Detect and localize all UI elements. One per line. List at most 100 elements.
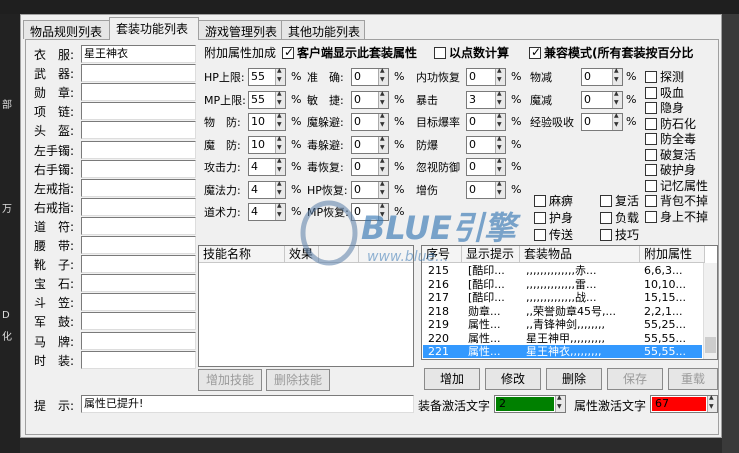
hint-field[interactable]: 属性已提升! [81, 395, 414, 413]
attribute-spinbox[interactable]: 0 [351, 67, 389, 86]
suit-cell-id[interactable]: 221 [428, 345, 460, 358]
suit-cell-tip[interactable]: 属性... [468, 332, 520, 345]
attribute-spinbox[interactable]: 0 [581, 67, 623, 86]
suit-list-scrollbar[interactable] [703, 263, 717, 359]
suit-cell-attr[interactable]: 2,2,1... [644, 305, 702, 318]
spin-arrows-icon[interactable] [612, 112, 622, 130]
misc-checkbox[interactable]: 复活 [600, 192, 639, 209]
equipment-field[interactable] [81, 255, 196, 274]
attribute-spinbox[interactable]: 4 [248, 202, 286, 221]
misc-checkbox[interactable]: 传送 [534, 226, 573, 243]
equip-activate-picker[interactable]: 2 [494, 394, 566, 413]
suit-cell-id[interactable]: 220 [428, 332, 460, 345]
equipment-field[interactable] [81, 178, 196, 197]
attribute-spinbox[interactable]: 55 [248, 67, 286, 86]
suit-cell-tip[interactable]: [酷印... [468, 264, 520, 277]
attribute-spinbox[interactable]: 3 [466, 90, 506, 109]
equipment-field[interactable] [81, 102, 196, 121]
suit-cell-id[interactable]: 218 [428, 305, 460, 318]
equipment-field[interactable] [81, 140, 196, 159]
add-suit-button[interactable]: 增加 [424, 368, 480, 390]
misc-checkbox[interactable]: 麻痹 [534, 192, 573, 209]
suit-cell-items[interactable]: 星王神衣,,,,,,,,, [526, 345, 640, 358]
attribute-spinbox[interactable]: 0 [466, 135, 506, 154]
skill-list[interactable]: 技能名称 效果 [198, 245, 414, 367]
spin-arrows-icon[interactable] [378, 112, 388, 130]
attr-activate-picker[interactable]: 67 [650, 394, 718, 413]
suit-cell-id[interactable]: 215 [428, 264, 460, 277]
spin-arrows-icon[interactable] [378, 157, 388, 175]
flag-checkbox[interactable]: 防全毒 [645, 130, 696, 147]
spin-arrows-icon[interactable] [378, 135, 388, 153]
flag-checkbox[interactable]: 隐身 [645, 99, 684, 116]
spin-arrows-icon[interactable] [495, 157, 505, 175]
equipment-field[interactable] [81, 274, 196, 293]
compat-mode-checkbox[interactable]: 兼容模式(所有套装按百分比 [529, 44, 694, 61]
misc-checkbox[interactable]: 护身 [534, 209, 573, 226]
attribute-spinbox[interactable]: 55 [248, 90, 286, 109]
spin-arrows-icon[interactable] [275, 157, 285, 175]
tab-other-functions[interactable]: 其他功能列表 [281, 20, 365, 39]
attribute-spinbox[interactable]: 0 [351, 157, 389, 176]
attribute-spinbox[interactable]: 4 [248, 180, 286, 199]
suit-cell-items[interactable]: ,,青锋神剑,,,,,,,, [526, 318, 640, 331]
attribute-spinbox[interactable]: 0 [466, 67, 506, 86]
point-calc-checkbox[interactable]: 以点数计算 [434, 44, 509, 61]
flag-checkbox[interactable]: 吸血 [645, 84, 684, 101]
spin-arrows-icon[interactable] [378, 67, 388, 85]
flag-checkbox[interactable]: 探测 [645, 68, 684, 85]
flag-checkbox[interactable]: 破复活 [645, 146, 696, 163]
suit-cell-attr[interactable]: 6,6,3... [644, 264, 702, 277]
delete-suit-button[interactable]: 删除 [546, 368, 602, 390]
spin-arrows-icon[interactable] [378, 90, 388, 108]
spin-arrows-icon[interactable] [378, 202, 388, 220]
equipment-field[interactable] [81, 83, 196, 102]
suit-cell-attr[interactable]: 55,55... [644, 345, 702, 358]
add-skill-button[interactable]: 增加技能 [198, 369, 262, 391]
spin-arrows-icon[interactable] [495, 180, 505, 198]
equipment-field[interactable]: 星王神衣 [81, 45, 196, 63]
misc-checkbox[interactable]: 技巧 [600, 226, 639, 243]
suit-cell-id[interactable]: 216 [428, 278, 460, 291]
tab-game-management[interactable]: 游戏管理列表 [198, 20, 282, 39]
edit-suit-button[interactable]: 修改 [485, 368, 541, 390]
equipment-field[interactable] [81, 159, 196, 178]
spin-arrows-icon[interactable] [612, 90, 622, 108]
save-suit-button[interactable]: 保存 [607, 368, 663, 390]
spin-arrows-icon[interactable] [275, 180, 285, 198]
spin-arrows-icon[interactable] [378, 180, 388, 198]
flag-checkbox[interactable]: 身上不掉 [645, 208, 708, 225]
flag-checkbox[interactable]: 记忆属性 [645, 177, 708, 194]
spin-arrows-icon[interactable] [495, 67, 505, 85]
attribute-spinbox[interactable]: 10 [248, 135, 286, 154]
spin-arrows-icon[interactable] [707, 394, 717, 412]
scroll-thumb[interactable] [705, 337, 716, 353]
misc-checkbox[interactable]: 负载 [600, 209, 639, 226]
attribute-spinbox[interactable]: 0 [351, 202, 389, 221]
suit-cell-tip[interactable]: 属性... [468, 345, 520, 358]
suit-cell-tip[interactable]: [酷印... [468, 278, 520, 291]
equipment-field[interactable] [81, 312, 196, 331]
attribute-spinbox[interactable]: 0 [466, 180, 506, 199]
attribute-spinbox[interactable]: 0 [466, 112, 506, 131]
suit-cell-items[interactable]: ,,荣誉勋章45号,... [526, 305, 640, 318]
flag-checkbox[interactable]: 防石化 [645, 115, 696, 132]
attribute-spinbox[interactable]: 10 [248, 112, 286, 131]
spin-arrows-icon[interactable] [275, 202, 285, 220]
suit-cell-id[interactable]: 217 [428, 291, 460, 304]
spin-arrows-icon[interactable] [275, 135, 285, 153]
spin-arrows-icon[interactable] [612, 67, 622, 85]
suit-cell-attr[interactable]: 55,55... [644, 332, 702, 345]
spin-arrows-icon[interactable] [275, 90, 285, 108]
suit-cell-items[interactable]: ,,,,,,,,,,,,,,战... [526, 291, 640, 304]
reload-suit-button[interactable]: 重载 [668, 368, 718, 390]
equipment-field[interactable] [81, 121, 196, 140]
spin-arrows-icon[interactable] [275, 112, 285, 130]
suit-cell-attr[interactable]: 15,15... [644, 291, 702, 304]
attribute-spinbox[interactable]: 0 [351, 180, 389, 199]
suit-cell-attr[interactable]: 10,10... [644, 278, 702, 291]
equipment-field[interactable] [81, 216, 196, 235]
spin-arrows-icon[interactable] [275, 67, 285, 85]
equipment-field[interactable] [81, 293, 196, 312]
attribute-spinbox[interactable]: 0 [351, 135, 389, 154]
